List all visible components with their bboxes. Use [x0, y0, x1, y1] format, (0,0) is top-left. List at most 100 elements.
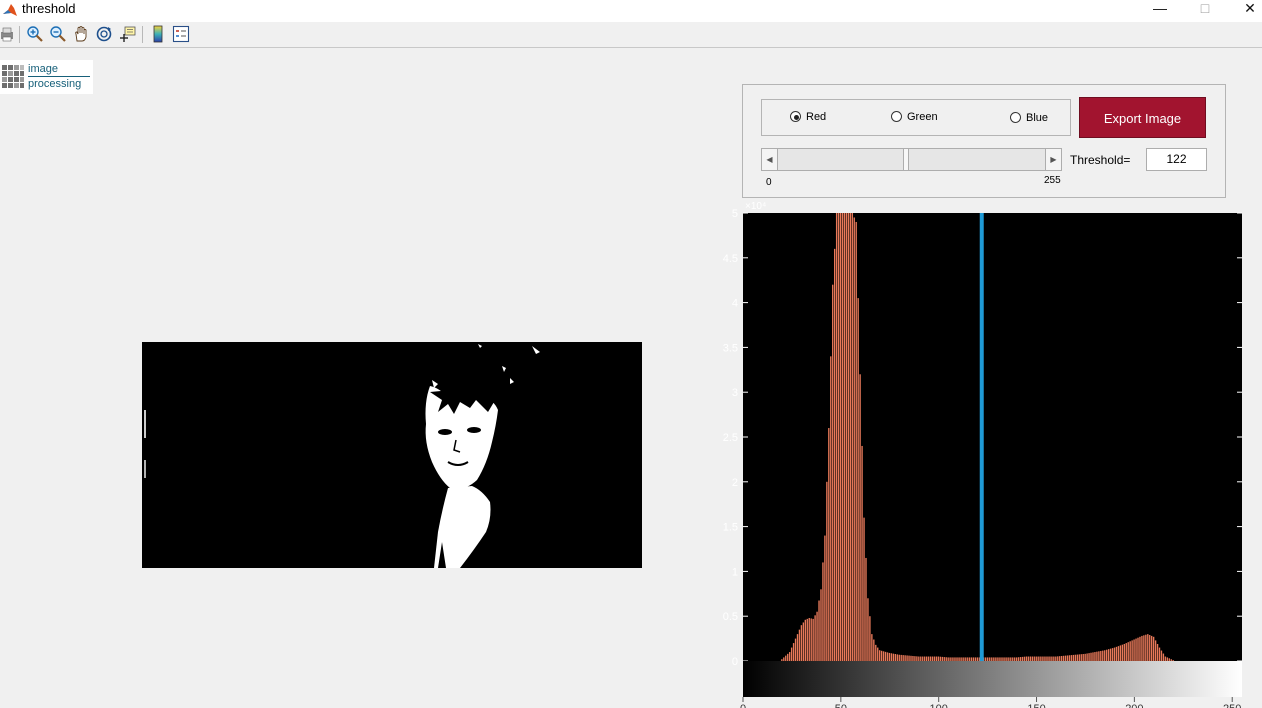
zoom-in-icon[interactable]: [26, 25, 44, 43]
y-exponent-label: ×10⁴: [745, 201, 766, 212]
histogram-bar: [1131, 640, 1133, 661]
x-axis-ticks: 0 50 100 150 200 250: [740, 697, 1241, 708]
histogram-bar: [974, 657, 977, 661]
slider-right-arrow-icon[interactable]: ▶: [1045, 149, 1061, 170]
histogram-bar: [828, 428, 830, 661]
maximize-button[interactable]: □: [1182, 0, 1228, 22]
histogram-bar: [1094, 652, 1096, 661]
histogram-bar: [953, 657, 955, 661]
histogram-bar: [1104, 650, 1106, 661]
histogram-bar: [1166, 657, 1169, 661]
histogram-bar: [961, 657, 963, 661]
histogram-bar: [1041, 656, 1043, 661]
logo-text-processing: processing: [28, 78, 82, 90]
histogram-bar: [904, 655, 906, 661]
histogram-bar: [1127, 642, 1129, 661]
histogram-bar: [873, 639, 875, 661]
histogram-bar: [1168, 658, 1170, 661]
histogram-bar: [877, 647, 879, 661]
histogram-bar: [859, 374, 861, 661]
y-tick-label: 0.5: [723, 611, 738, 623]
histogram-bar: [941, 656, 943, 661]
histogram-bar: [847, 213, 850, 661]
histogram-bar: [853, 217, 855, 662]
histogram-bar: [918, 656, 920, 661]
histogram-bar: [1084, 653, 1086, 661]
histogram-bar: [963, 657, 965, 661]
close-button[interactable]: ✕: [1227, 0, 1262, 22]
histogram-bar: [1045, 656, 1047, 661]
x-tick-label: 250: [1223, 703, 1241, 708]
zoom-out-icon[interactable]: [49, 25, 67, 43]
histogram-bar: [869, 616, 871, 661]
y-tick-label: 1: [732, 566, 738, 578]
histogram-bar: [1010, 657, 1012, 661]
y-tick-label: 3: [732, 387, 738, 399]
insert-colorbar-icon[interactable]: [149, 25, 167, 43]
image-processing-logo: image processing: [0, 60, 93, 94]
histogram-bar: [781, 659, 783, 661]
histogram-bar: [796, 634, 799, 661]
x-tick-label: 100: [930, 703, 948, 708]
histogram-bar: [935, 656, 938, 661]
histogram-bar: [879, 650, 881, 661]
histogram-bar: [886, 652, 889, 661]
histogram-bar: [830, 356, 832, 661]
rotate-3d-icon[interactable]: [95, 25, 113, 43]
histogram-bar: [992, 657, 994, 661]
histogram-bar: [967, 657, 969, 661]
histogram-bar: [892, 653, 895, 661]
histogram-bar: [843, 213, 846, 661]
matlab-app-icon: [2, 2, 18, 18]
histogram-bar: [1143, 635, 1145, 661]
histogram-bar: [986, 657, 988, 661]
histogram-bar: [937, 656, 940, 661]
radio-button-icon[interactable]: [790, 111, 801, 122]
threshold-slider[interactable]: ◀ ▶: [761, 148, 1062, 171]
data-cursor-icon[interactable]: [118, 25, 136, 43]
slider-thumb[interactable]: [902, 149, 909, 170]
histogram-chart: 0 0.5 1 1.5 2 2.5 3 3.5 4 4.5 5 ×10⁴ 0 50 100 150 200 2…: [723, 201, 1242, 708]
figure-toolbar: [0, 22, 1262, 48]
histogram-bar: [880, 650, 883, 661]
histogram-bar: [1170, 659, 1172, 661]
slider-left-arrow-icon[interactable]: ◀: [762, 149, 778, 170]
histogram-bar: [820, 589, 822, 661]
histogram-bar: [1014, 657, 1016, 661]
histogram-bar: [972, 657, 975, 661]
histogram-bar: [882, 651, 885, 661]
histogram-bar: [1111, 648, 1114, 661]
histogram-bar: [925, 656, 928, 661]
histogram-bar: [1072, 654, 1075, 661]
minimize-button[interactable]: —: [1137, 0, 1183, 22]
plot-area: [743, 213, 1242, 661]
histogram-bar: [837, 213, 840, 661]
pan-icon[interactable]: [72, 25, 90, 43]
export-image-button[interactable]: Export Image: [1079, 97, 1206, 138]
radio-button-icon[interactable]: [891, 111, 902, 122]
histogram-bar: [1027, 656, 1030, 661]
histogram-bar: [808, 617, 810, 661]
histogram-bar: [857, 298, 859, 661]
histogram-bar: [1059, 656, 1061, 661]
histogram-bar: [1043, 656, 1045, 661]
y-tick-label: 3.5: [723, 342, 738, 354]
radio-button-icon[interactable]: [1010, 112, 1021, 123]
histogram-bar: [1164, 656, 1167, 661]
histogram-bar: [947, 657, 949, 661]
threshold-value-field[interactable]: 122: [1146, 148, 1207, 171]
histogram-bar: [1035, 656, 1037, 661]
insert-legend-icon[interactable]: [172, 25, 190, 43]
print-icon[interactable]: [0, 25, 16, 43]
histogram-bar: [939, 656, 942, 661]
histogram-bar: [790, 647, 793, 661]
histogram-bar: [1082, 654, 1084, 661]
histogram-bar: [1076, 654, 1079, 661]
histogram-bar: [933, 656, 936, 661]
histogram-bar: [1092, 652, 1094, 661]
x-tick-label: 50: [835, 703, 847, 708]
histogram-bar: [1055, 656, 1057, 661]
histogram-bar: [888, 652, 891, 661]
histogram-bar: [1156, 643, 1159, 661]
histogram-bar: [1137, 637, 1139, 661]
